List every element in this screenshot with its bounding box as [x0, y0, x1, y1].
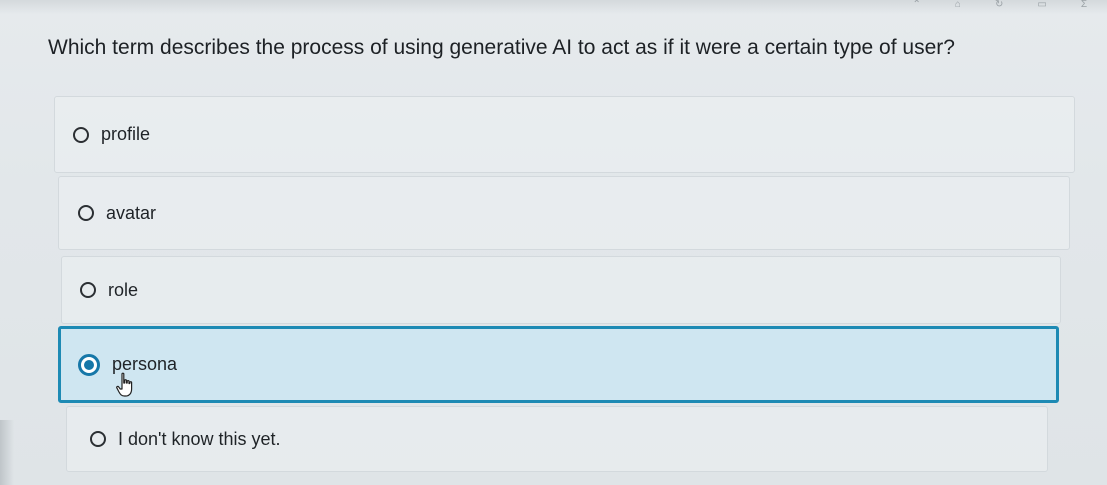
radio-button[interactable]: [90, 431, 106, 447]
refresh-icon: ↻: [994, 0, 1004, 10]
window-icon: ▭: [1037, 0, 1047, 10]
answer-option-label: profile: [101, 124, 151, 144]
radio-button[interactable]: [80, 282, 96, 298]
answer-option-label: I don't know this yet.: [118, 428, 281, 449]
answer-option-persona[interactable]: persona: [58, 326, 1059, 403]
hand-pointer-icon: [116, 372, 133, 397]
question-text: Which term describes the process of usin…: [48, 36, 955, 59]
answer-option-avatar[interactable]: avatar: [58, 176, 1070, 250]
chevron-up-icon: ⌃: [912, 0, 921, 10]
screen-left-edge: [0, 420, 14, 485]
answer-option-role[interactable]: role: [61, 256, 1061, 324]
answer-option-label: avatar: [106, 202, 157, 223]
radio-button[interactable]: [73, 126, 89, 143]
answer-option-profile[interactable]: profile: [54, 96, 1075, 173]
radio-button-selected[interactable]: [78, 353, 100, 376]
sum-icon: Σ: [1080, 0, 1087, 10]
answer-option-dont-know[interactable]: I don't know this yet.: [66, 406, 1048, 472]
radio-button[interactable]: [78, 205, 94, 221]
top-toolbar-icons: ⌃ ⌂ ↻ ▭ Σ: [913, 0, 1087, 14]
answer-option-label: role: [108, 279, 139, 300]
bookmark-icon: ⌂: [954, 0, 961, 10]
